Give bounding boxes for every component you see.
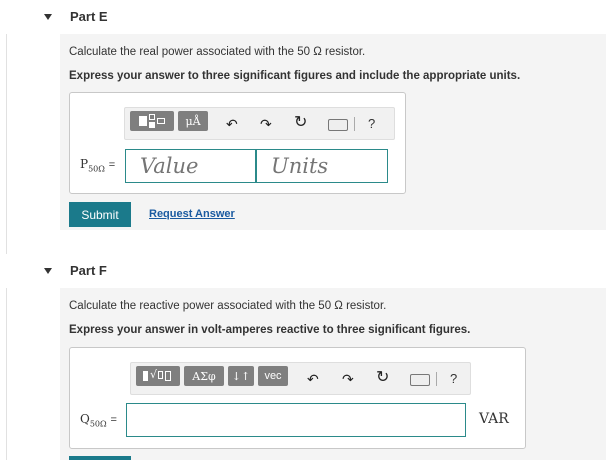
part-e-title: Part E — [70, 9, 108, 24]
greek-symbols-button[interactable]: ΑΣφ — [184, 366, 224, 386]
collapse-caret-icon[interactable] — [44, 14, 52, 20]
templates-radical-button[interactable]: √ — [136, 366, 180, 386]
units-label: VAR — [479, 411, 509, 427]
q50-symbol: Q — [80, 412, 90, 426]
part-f-header[interactable]: Part F — [0, 254, 606, 288]
submit-button-partial[interactable] — [69, 456, 131, 460]
keyboard-icon[interactable] — [410, 374, 430, 386]
q50-subscript: 50Ω — [89, 419, 107, 429]
toolbar-separator — [436, 372, 437, 386]
part-f-instruction: Express your answer in volt-amperes reac… — [69, 324, 471, 336]
reset-icon[interactable]: ↻ — [376, 370, 389, 386]
templates-button[interactable] — [130, 111, 174, 131]
submit-button[interactable]: Submit — [69, 202, 131, 227]
undo-icon[interactable]: ↶ — [307, 372, 319, 386]
p50-equals: = — [108, 159, 116, 171]
vector-button[interactable]: vec — [258, 366, 288, 386]
templates-icon — [139, 114, 165, 128]
part-e-header[interactable]: Part E — [0, 0, 606, 34]
part-f-question: Calculate the reactive power associated … — [69, 300, 387, 312]
request-answer-link[interactable]: Request Answer — [149, 208, 235, 220]
keyboard-icon[interactable] — [328, 119, 348, 131]
p50-label: P50Ω = — [80, 157, 115, 173]
help-icon[interactable]: ? — [368, 116, 375, 131]
collapse-caret-icon[interactable] — [44, 268, 52, 274]
part-e-question: Calculate the real power associated with… — [69, 46, 366, 58]
reactive-power-input[interactable] — [126, 403, 466, 437]
help-icon[interactable]: ? — [450, 371, 457, 386]
part-f-title: Part F — [70, 263, 107, 278]
toolbar-separator — [354, 117, 355, 131]
units-input[interactable] — [256, 149, 388, 183]
undo-icon[interactable]: ↶ — [226, 117, 238, 131]
p50-symbol: P — [80, 157, 89, 171]
value-input[interactable] — [125, 149, 256, 183]
redo-icon[interactable]: ↷ — [342, 372, 354, 386]
p50-subscript: 50Ω — [88, 164, 105, 174]
part-e-math-toolbar: μÅ ↶ ↷ ↻ ? — [124, 107, 395, 140]
radical-templates-icon: √ — [143, 368, 173, 383]
q50-equals: = — [110, 414, 117, 426]
left-border — [6, 0, 7, 460]
q50-label: Q50Ω = — [80, 412, 117, 428]
part-f-math-toolbar: √ ΑΣφ ↓↑ vec ↶ ↷ ↻ ? — [130, 362, 471, 395]
reset-icon[interactable]: ↻ — [294, 115, 307, 131]
units-symbol-button[interactable]: μÅ — [178, 111, 208, 131]
arrows-button[interactable]: ↓↑ — [228, 366, 254, 386]
redo-icon[interactable]: ↷ — [260, 117, 272, 131]
part-e-instruction: Express your answer to three significant… — [69, 70, 521, 82]
